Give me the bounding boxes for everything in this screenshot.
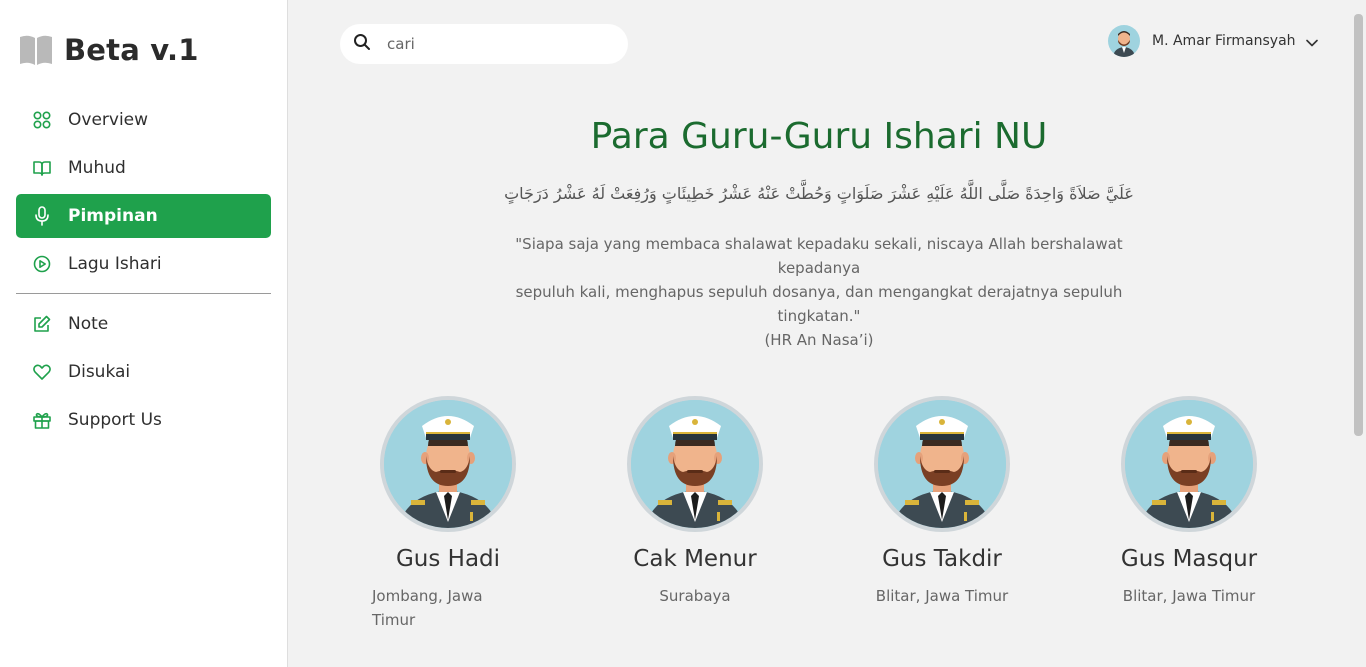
teacher-avatar [1121, 396, 1257, 532]
chevron-down-icon [1305, 32, 1318, 51]
book-open-icon [32, 158, 52, 178]
sidebar-item-label: Disukai [68, 362, 131, 382]
teacher-card[interactable]: Gus Hadi Jombang, Jawa Timur [368, 396, 528, 632]
user-name: M. Amar Firmansyah [1152, 33, 1296, 49]
teacher-name: Gus Masqur [1120, 546, 1258, 572]
sidebar-divider [16, 293, 271, 294]
teacher-name: Gus Takdir [882, 546, 1002, 572]
scrollbar[interactable] [1350, 0, 1366, 667]
quote-line: sepuluh kali, menghapus sepuluh dosanya,… [515, 283, 1123, 325]
teacher-card[interactable]: Gus Takdir Blitar, Jawa Timur [862, 396, 1022, 608]
heart-icon [32, 362, 52, 382]
sidebar-item-label: Support Us [68, 410, 162, 430]
play-circle-icon [32, 254, 52, 274]
edit-icon [32, 314, 52, 334]
sidebar-item-label: Lagu Ishari [68, 254, 162, 274]
teacher-avatar [380, 396, 516, 532]
teacher-name: Gus Hadi [395, 546, 501, 572]
teacher-card[interactable]: Gus Masqur Blitar, Jawa Timur [1109, 396, 1269, 608]
microphone-icon [32, 206, 52, 226]
sidebar-item-overview[interactable]: Overview [16, 98, 271, 142]
book-icon [18, 33, 54, 67]
arabic-text: عَلَيَّ صَلاَةً وَاحِدَةً صَلَّى اللَّهُ… [504, 184, 1134, 203]
sidebar: Beta v.1 Overview Muhud Pimpinan Lagu Is… [0, 0, 288, 667]
search-icon [353, 33, 371, 55]
teacher-location: Surabaya [659, 587, 731, 605]
teacher-name: Cak Menur [633, 546, 757, 572]
search-bar[interactable] [340, 24, 628, 64]
gift-icon [32, 410, 52, 430]
main-content: M. Amar Firmansyah Para Guru-Guru Ishari… [288, 0, 1350, 667]
sidebar-item-label: Overview [68, 110, 149, 130]
sidebar-item-label: Muhud [68, 158, 126, 178]
avatar[interactable] [1108, 25, 1140, 57]
search-input[interactable] [387, 35, 607, 53]
app-title: Beta v.1 [64, 33, 199, 67]
sidebar-nav: Overview Muhud Pimpinan Lagu Ishari Note… [16, 98, 271, 446]
brand[interactable]: Beta v.1 [18, 33, 199, 67]
teacher-location: Blitar, Jawa Timur [1122, 587, 1256, 605]
quote-line: "Siapa saja yang membaca shalawat kepada… [515, 235, 1123, 277]
sidebar-item-pimpinan[interactable]: Pimpinan [16, 194, 271, 238]
teacher-location: Jombang, Jawa Timur [372, 587, 483, 629]
sidebar-item-lagu-ishari[interactable]: Lagu Ishari [16, 242, 271, 286]
teacher-avatar [874, 396, 1010, 532]
sidebar-item-note[interactable]: Note [16, 302, 271, 346]
sidebar-item-support-us[interactable]: Support Us [16, 398, 271, 442]
quote-source: (HR An Nasa’i) [764, 331, 874, 349]
grid-icon [32, 110, 52, 130]
teacher-avatar [627, 396, 763, 532]
sidebar-item-label: Pimpinan [68, 206, 158, 226]
hadith-quote: "Siapa saja yang membaca shalawat kepada… [478, 232, 1160, 352]
teacher-card[interactable]: Cak Menur Surabaya [615, 396, 775, 608]
teacher-location: Blitar, Jawa Timur [875, 587, 1009, 605]
page-title: Para Guru-Guru Ishari NU [590, 116, 1048, 157]
sidebar-item-muhud[interactable]: Muhud [16, 146, 271, 190]
scrollbar-thumb[interactable] [1354, 14, 1363, 436]
sidebar-item-disukai[interactable]: Disukai [16, 350, 271, 394]
user-menu[interactable]: M. Amar Firmansyah [1108, 25, 1318, 57]
sidebar-item-label: Note [68, 314, 109, 334]
